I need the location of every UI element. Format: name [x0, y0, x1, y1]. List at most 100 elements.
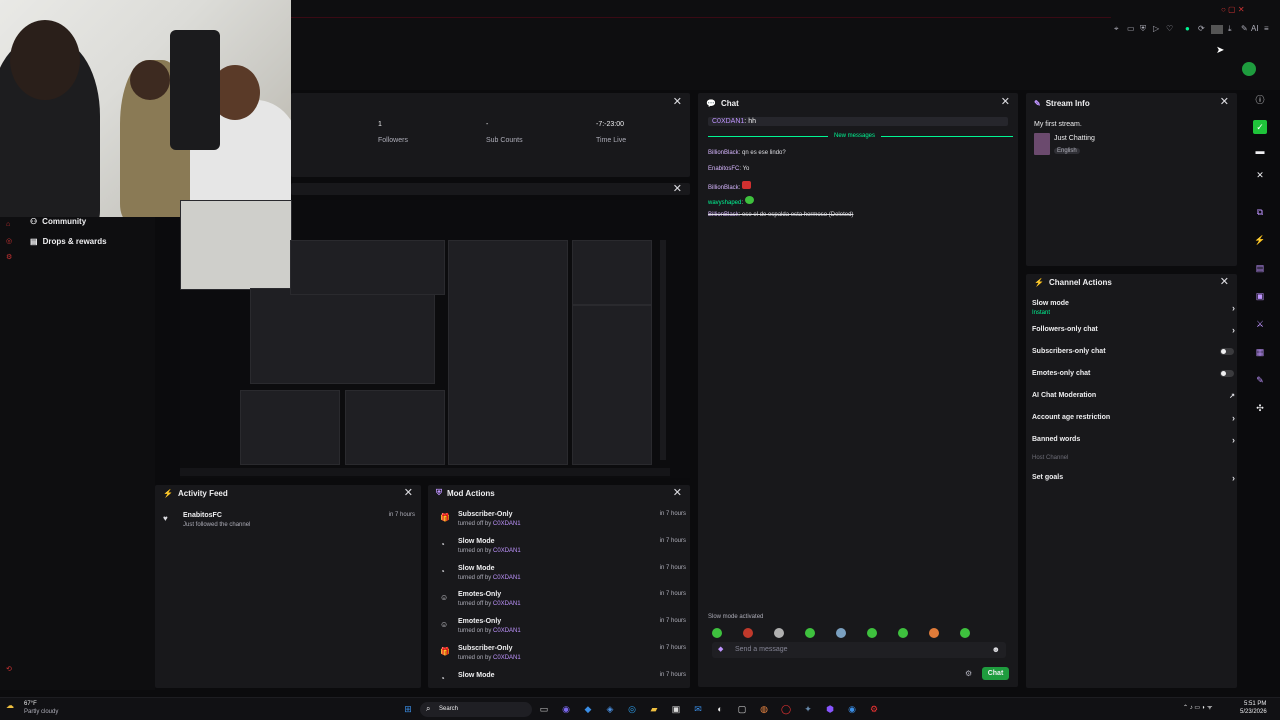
chat-rail-icon[interactable]: ▣ [1253, 289, 1267, 303]
plugin-icon[interactable]: ✣ [1253, 401, 1267, 415]
check-icon[interactable]: ✓ [1253, 120, 1267, 134]
action-banned-words[interactable]: Banned words › [1032, 435, 1235, 445]
download-icon[interactable]: ⤓ [1228, 24, 1232, 34]
app-icon[interactable]: ◆ [582, 703, 594, 715]
app-icon[interactable]: ◐ [714, 703, 726, 715]
mod-action-item[interactable]: 🎁 Subscriber-Only turned off by C0XDAN1 … [436, 511, 686, 537]
mod-action-item[interactable]: ☺ Emotes-Only turned on by C0XDAN1 in 7 … [436, 618, 686, 644]
heart-icon: ♥ [163, 514, 168, 523]
followers-stat: 1 Followers [378, 121, 408, 144]
app-icon[interactable]: ⚙ [868, 703, 880, 715]
close-icon[interactable]: ✕ [1220, 97, 1229, 108]
window-controls[interactable]: ○ ▢ ✕ [1221, 5, 1245, 14]
sidebar-icon-3[interactable]: ⚙ [6, 253, 12, 261]
webcam-feed [0, 0, 291, 217]
play-icon[interactable]: ▷ [1153, 24, 1159, 33]
app-icon[interactable]: ✦ [802, 703, 814, 715]
action-slow-mode[interactable]: Slow mode › [1032, 300, 1235, 313]
mod-rail-icon[interactable]: ⚔ [1253, 317, 1267, 331]
subscribers-only-toggle[interactable] [1220, 348, 1234, 355]
browser-icon[interactable]: ◎ [626, 703, 638, 715]
task-view-icon[interactable]: ▭ [538, 703, 550, 715]
menu-icon[interactable]: ≡ [1264, 24, 1269, 33]
shield-icon[interactable]: ⛨ [1140, 24, 1146, 34]
info-icon[interactable]: ⓘ [1253, 93, 1267, 107]
mod-action-item[interactable]: ◔ Slow Mode in 7 hours [436, 672, 686, 688]
chat-message[interactable]: EnabitosFC: Yo [708, 166, 749, 172]
bookmark-icon[interactable]: ⌖ [1114, 24, 1119, 34]
close-icon[interactable]: ✕ [404, 488, 413, 499]
app-icon[interactable]: ◉ [560, 703, 572, 715]
close-icon[interactable]: ✕ [1220, 277, 1229, 288]
stream-category[interactable]: Just Chatting [1054, 135, 1095, 142]
sidebar-item-drops[interactable]: ▤ Drops & rewards [30, 237, 107, 246]
windows-start-icon[interactable]: ⊞ [402, 703, 414, 715]
mod-action-item[interactable]: ◔ Slow Mode turned on by C0XDAN1 in 7 ho… [436, 538, 686, 564]
sidebar-icon-bottom[interactable]: ⟲ [6, 665, 12, 673]
layout-icon[interactable]: ▬ [1253, 144, 1267, 158]
preview-nested [250, 288, 435, 384]
sidebar-item-community[interactable]: ⚇ Community [30, 217, 86, 226]
stream-title[interactable]: My first stream. [1034, 121, 1082, 128]
sidebar-icon-1[interactable]: ⌂ [6, 221, 10, 228]
taskbar-search[interactable]: ⌕ Search [420, 702, 532, 717]
close-icon[interactable]: ✕ [1001, 97, 1010, 108]
action-account-age[interactable]: Account age restriction › [1032, 413, 1235, 423]
chat-message[interactable]: BillionBlack: qn es ese lindo? [708, 150, 786, 156]
sidebar-icon-2[interactable]: ◎ [6, 237, 12, 245]
note-icon[interactable]: ▤ [1253, 261, 1267, 275]
lightning-icon[interactable]: ⚡ [1253, 233, 1267, 247]
emote-icon: ☺ [440, 593, 449, 602]
action-followers-only[interactable]: Followers-only chat › [1032, 325, 1235, 335]
chat-message[interactable]: BillionBlack: [708, 181, 752, 191]
scene-icon[interactable] [1211, 25, 1223, 34]
emotes-only-toggle[interactable] [1220, 370, 1234, 377]
clip-icon[interactable]: ⧉ [1253, 205, 1267, 219]
emote-picker-icon[interactable]: ☻ [992, 645, 1000, 654]
action-ai-moderation[interactable]: AI Chat Moderation ↗ [1032, 392, 1235, 400]
folder-icon[interactable]: ▰ [648, 703, 660, 715]
app-icon[interactable]: ◯ [780, 703, 792, 715]
mod-actions-panel: ⛨ Mod Actions ✕ 🎁 Subscriber-Only turned… [428, 485, 690, 688]
settings-icon[interactable]: ⚙ [965, 669, 972, 678]
refresh-icon[interactable]: ⟳ [1198, 24, 1205, 33]
screen-icon[interactable]: ▭ [1127, 24, 1135, 33]
app-icon[interactable]: ▢ [736, 703, 748, 715]
edit-icon[interactable]: ✎ [1241, 24, 1248, 33]
mod-action-item[interactable]: ◔ Slow Mode turned off by C0XDAN1 in 7 h… [436, 565, 686, 591]
app-icon[interactable]: ✉ [692, 703, 704, 715]
mod-action-item[interactable]: 🎁 Subscriber-Only turned on by C0XDAN1 i… [436, 645, 686, 671]
app-icon[interactable]: ▣ [670, 703, 682, 715]
emote-icon [898, 628, 908, 638]
app-icon[interactable]: ◉ [846, 703, 858, 715]
avatar[interactable] [1242, 62, 1256, 76]
bits-icon[interactable]: ◆ [718, 645, 723, 653]
chat-input[interactable]: ◆ Send a message ☻ [712, 642, 1006, 658]
stream-preview[interactable] [180, 200, 690, 478]
app-icon[interactable]: ◈ [604, 703, 616, 715]
close-icon[interactable]: ✕ [673, 184, 682, 195]
grid-icon[interactable]: ▦ [1253, 345, 1267, 359]
ai-icon[interactable]: AI [1251, 24, 1259, 33]
gift-icon: 🎁 [440, 513, 450, 522]
tray-icons[interactable]: ⌃ ♪ ▭ ◗ ᯤ [1183, 703, 1212, 711]
activity-item[interactable]: ♥ EnabitosFC Just followed the channel i… [161, 512, 415, 538]
language-tag[interactable]: English [1054, 148, 1080, 154]
chat-message[interactable]: wavyshaped: [708, 196, 754, 206]
mod-action-item[interactable]: ☺ Emotes-Only turned off by C0XDAN1 in 7… [436, 591, 686, 617]
app-icon[interactable]: ◍ [758, 703, 770, 715]
preview-stats [290, 240, 445, 295]
emote-icon: ☺ [440, 620, 449, 629]
action-subscribers-only[interactable]: Subscribers-only chat [1032, 348, 1234, 355]
close-icon[interactable]: ✕ [673, 97, 682, 108]
status-icon[interactable]: ● [1185, 24, 1190, 33]
app-icon[interactable]: ⬢ [824, 703, 836, 715]
action-emotes-only[interactable]: Emotes-only chat [1032, 370, 1234, 377]
close-rail-icon[interactable]: ✕ [1253, 168, 1267, 182]
action-set-goals[interactable]: Set goals › [1032, 473, 1235, 483]
pen-rail-icon[interactable]: ✎ [1253, 373, 1267, 387]
chat-message-deleted[interactable]: BillionBlack: ese el de espalda esta her… [708, 212, 853, 218]
chat-send-button[interactable]: Chat [982, 667, 1009, 680]
close-icon[interactable]: ✕ [673, 488, 682, 499]
heart-icon[interactable]: ♡ [1166, 24, 1173, 33]
